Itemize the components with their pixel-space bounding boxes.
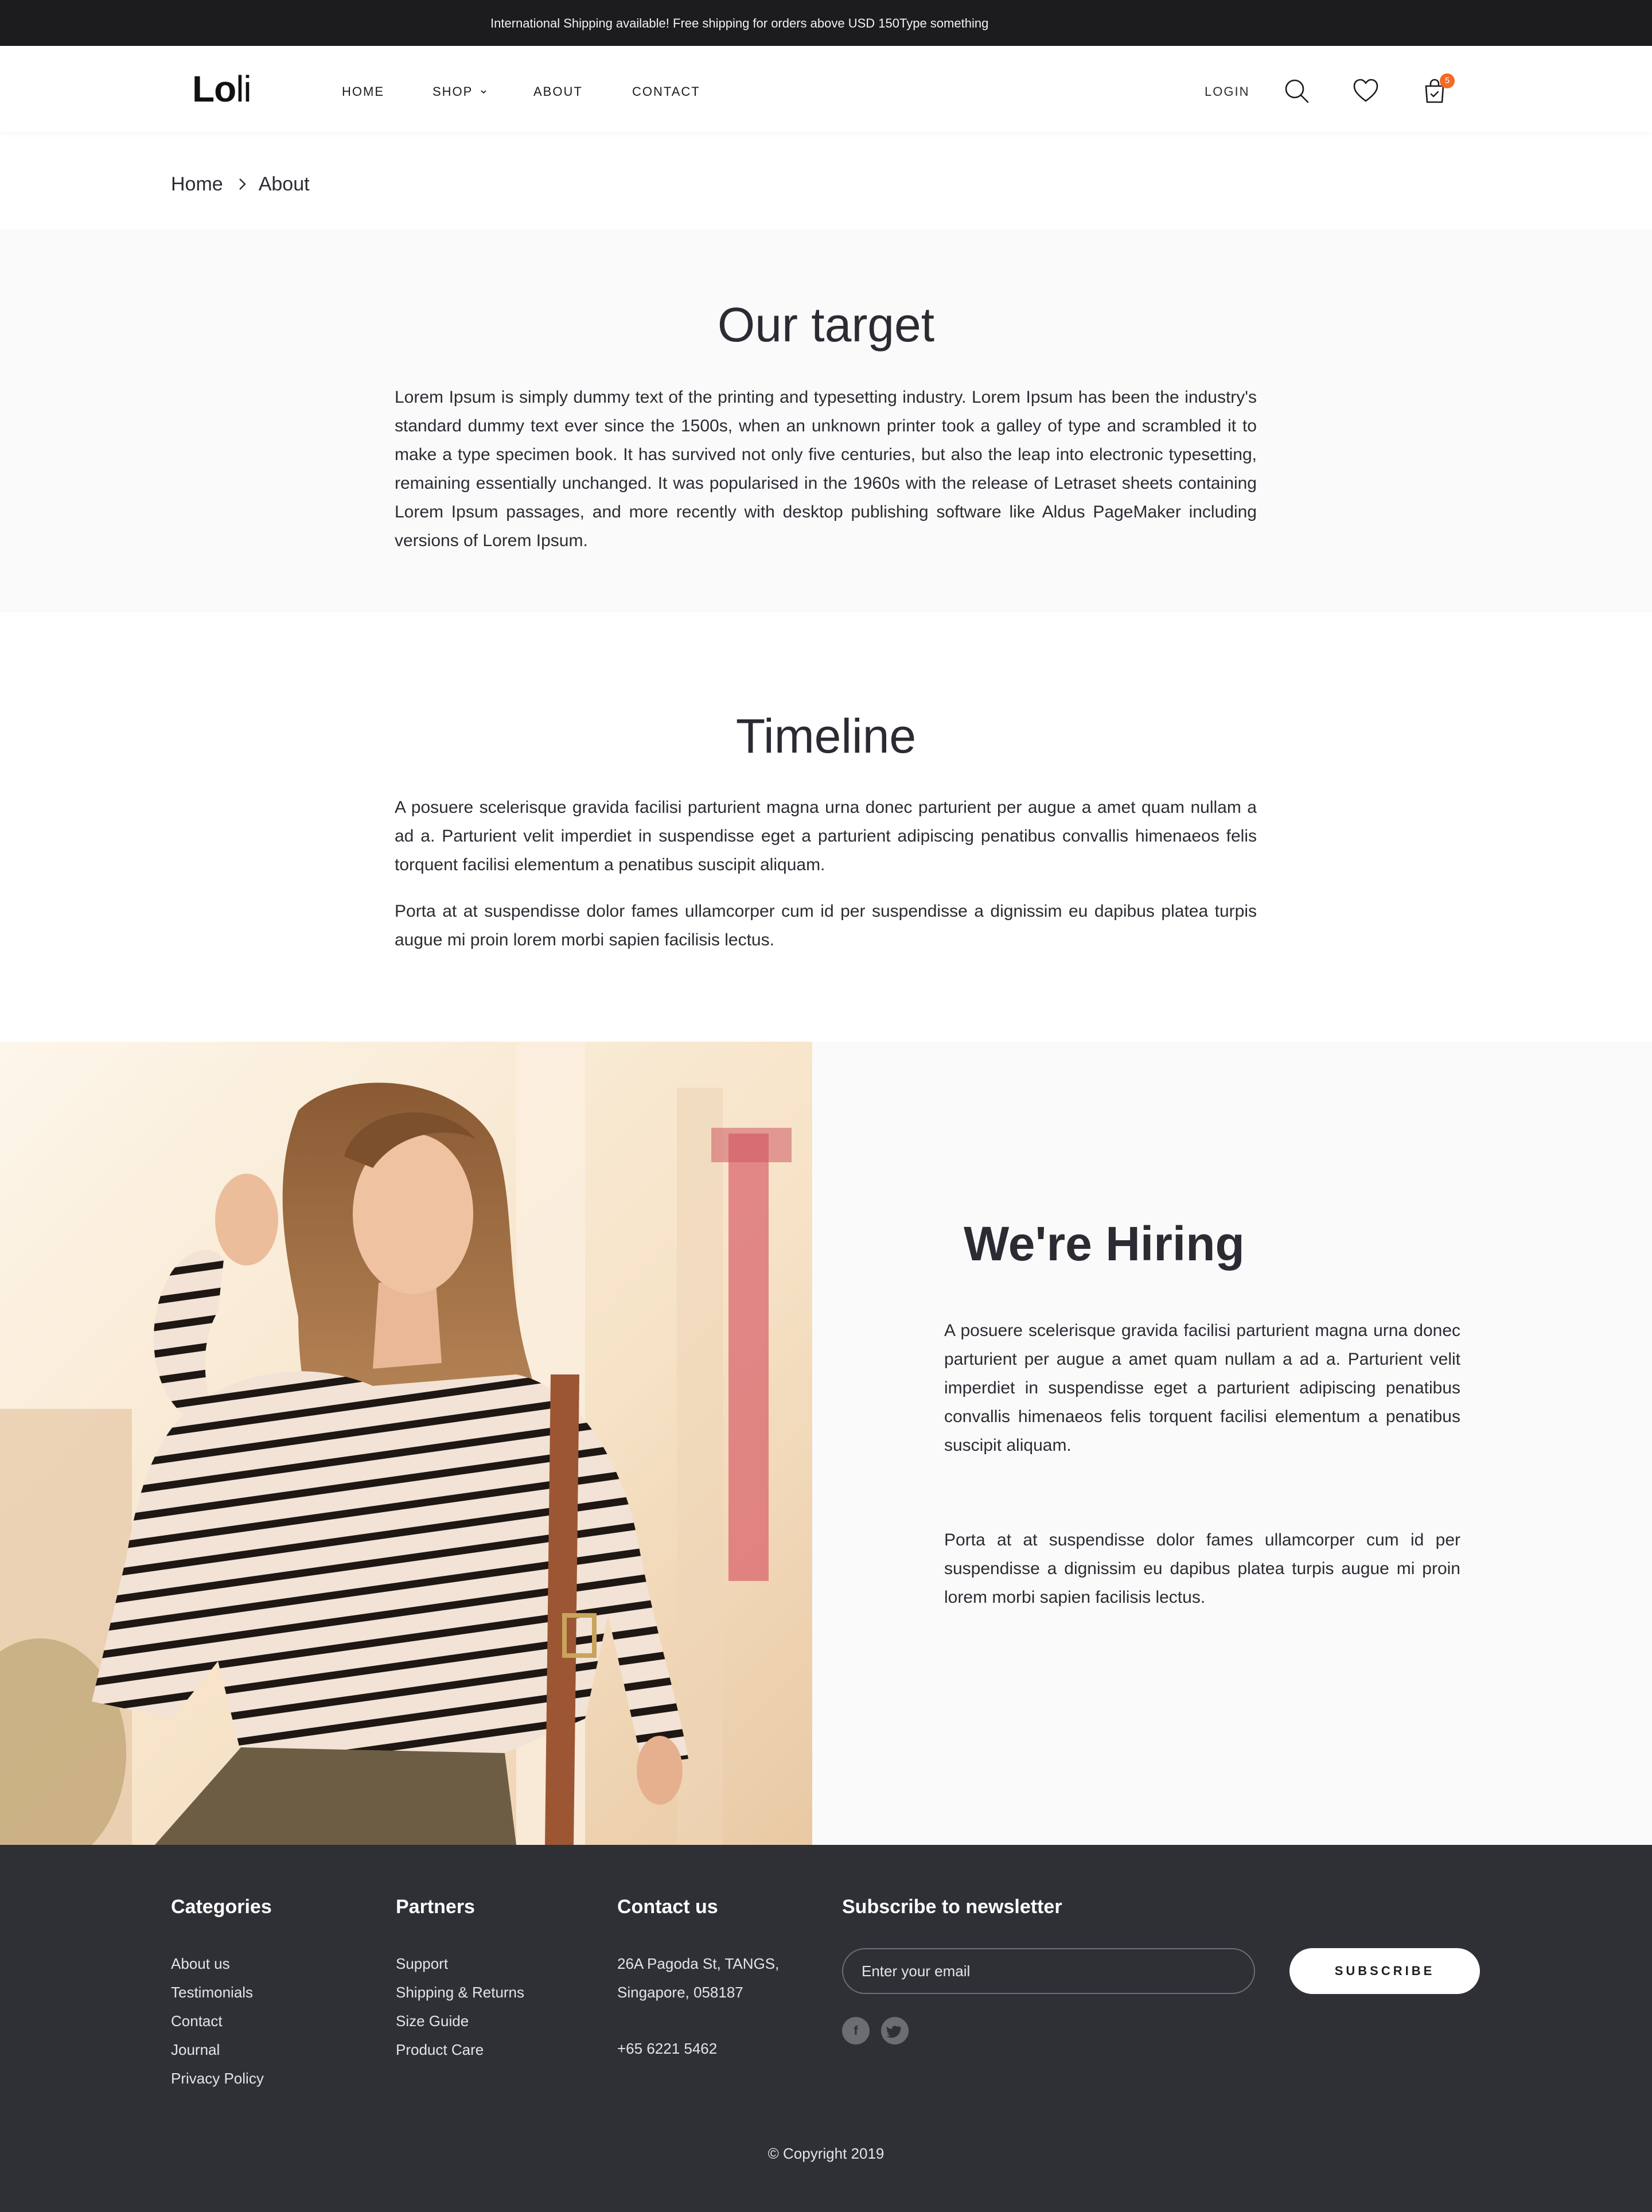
cart-count-badge: 5 [1440,73,1455,88]
timeline-title: Timeline [735,709,917,763]
footer-categories-list: About us Testimonials Contact Journal Pr… [171,1949,264,2093]
footer-address: 26A Pagoda St, TANGS, Singapore, 058187 [617,1949,779,2007]
logo-text-main: Lo [192,68,236,110]
footer-link-privacy-policy[interactable]: Privacy Policy [171,2064,264,2093]
footer-link-about-us[interactable]: About us [171,1949,264,1978]
chevron-down-icon [481,90,486,94]
newsletter-title: Subscribe to newsletter [842,1896,1062,1918]
nav-about[interactable]: ABOUT [533,84,583,99]
footer-link-contact[interactable]: Contact [171,2007,264,2035]
nav-shop[interactable]: SHOP [433,84,488,99]
chevron-right-icon [239,178,246,190]
breadcrumb: Home About [171,172,310,196]
footer-partners-title: Partners [396,1896,475,1918]
login-link[interactable]: LOGIN [1205,84,1249,99]
footer-categories-title: Categories [171,1896,272,1918]
footer-partners-list: Support Shipping & Returns Size Guide Pr… [396,1949,524,2064]
footer-link-product-care[interactable]: Product Care [396,2035,524,2064]
footer-link-support[interactable]: Support [396,1949,524,1978]
breadcrumb-current: About [258,173,310,195]
timeline-paragraph-2: Porta at at suspendisse dolor fames ulla… [395,902,1257,949]
address-line-2: Singapore, 058187 [617,1984,743,2001]
our-target-text: Lorem Ipsum is simply dummy text of the … [395,388,1257,550]
search-icon[interactable] [1283,77,1311,106]
footer-link-size-guide[interactable]: Size Guide [396,2007,524,2035]
twitter-icon[interactable] [881,2017,909,2044]
nav-shop-label: SHOP [433,84,473,99]
hiring-paragraph-2: Porta at at suspendisse dolor fames ulla… [944,1531,1460,1607]
nav-home[interactable]: HOME [342,84,384,99]
breadcrumb-home[interactable]: Home [171,172,223,196]
our-target-title: Our target [717,298,935,352]
hiring-paragraph-1: A posuere scelerisque gravida facilisi p… [944,1321,1460,1455]
site-logo[interactable]: Loli [192,68,252,110]
timeline-paragraph-1: A posuere scelerisque gravida facilisi p… [395,798,1257,874]
facebook-icon[interactable]: f [842,2017,870,2044]
hiring-title: We're Hiring [964,1217,1245,1271]
announcement-text: International Shipping available! Free s… [490,16,989,30]
copyright-text: © Copyright 2019 [767,2145,885,2162]
footer-phone: +65 6221 5462 [617,2040,718,2057]
logo-text-tail: li [236,68,251,110]
announcement-bar: International Shipping available! Free s… [0,0,1652,46]
nav-contact[interactable]: CONTACT [632,84,700,99]
site-header: Loli HOME SHOP ABOUT CONTACT LOGIN 5 [0,46,1652,132]
footer-link-shipping-returns[interactable]: Shipping & Returns [396,1978,524,2007]
heart-icon[interactable] [1351,77,1380,106]
footer-link-testimonials[interactable]: Testimonials [171,1978,264,2007]
hiring-photo [0,1042,812,1845]
subscribe-button[interactable]: SUBSCRIBE [1289,1948,1480,1994]
footer-link-journal[interactable]: Journal [171,2035,264,2064]
address-line-1: 26A Pagoda St, TANGS, [617,1955,780,1972]
footer-contact-title: Contact us [617,1896,718,1918]
newsletter-email-input[interactable] [842,1948,1255,1994]
